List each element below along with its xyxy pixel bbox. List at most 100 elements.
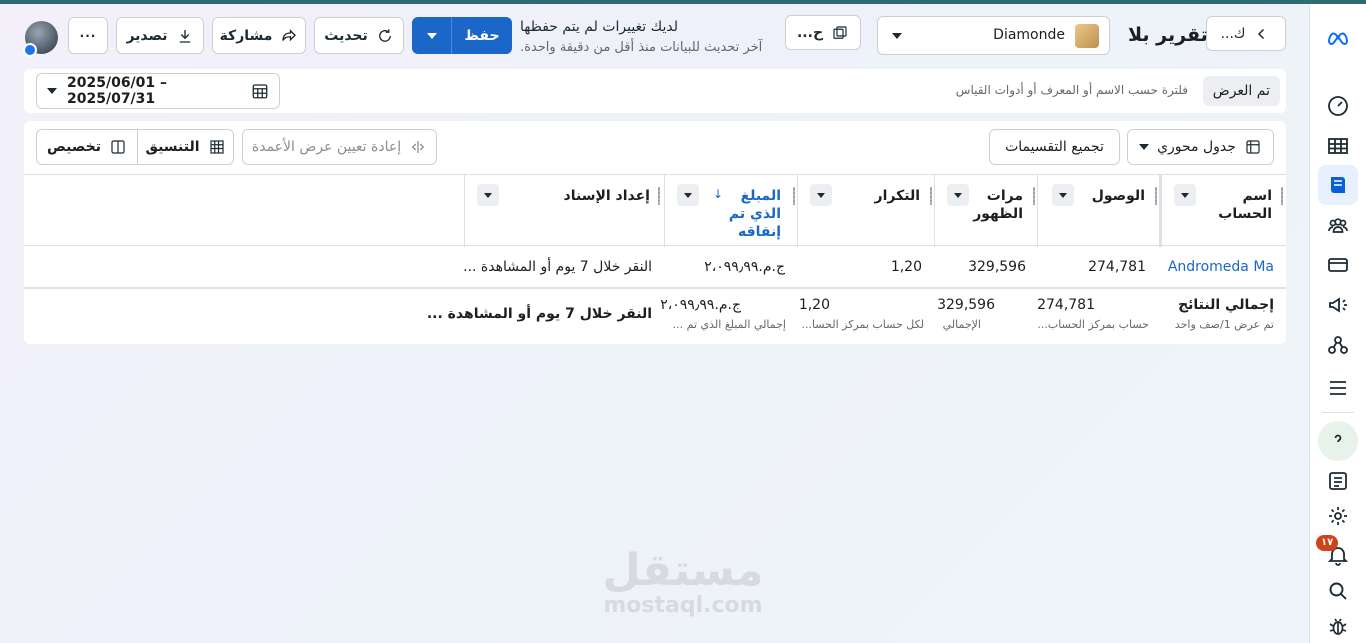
- pivot-icon: [1246, 140, 1260, 154]
- column-label: الوصول: [1091, 188, 1145, 204]
- totals-reach: 274,781: [1037, 297, 1095, 313]
- export-label: تصدير: [126, 27, 168, 44]
- totals-amount-spent-sub: إجمالي المبلغ الذي تم ...: [672, 318, 786, 331]
- column-menu-button[interactable]: [1174, 184, 1196, 206]
- reports-book-icon[interactable]: [1318, 165, 1358, 205]
- column-menu-button[interactable]: [810, 184, 832, 206]
- column-menu-button[interactable]: [1052, 184, 1074, 206]
- news-feed-icon[interactable]: [1318, 461, 1358, 501]
- column-drag-handle[interactable]: [658, 187, 660, 205]
- calendar-icon: [252, 84, 268, 99]
- report-bug-icon[interactable]: [1318, 606, 1358, 643]
- pivot-table-dropdown[interactable]: جدول محوري: [1127, 129, 1274, 165]
- chevron-down-icon: [426, 32, 437, 39]
- filter-search-input[interactable]: فلترة حسب الاسم أو المعرف أو أدوات القيا…: [956, 83, 1188, 97]
- totals-row: إجمالي النتائج تم عرض 1/صف واحد 274,781 …: [24, 291, 1286, 344]
- table-row[interactable]: Andromeda Ma 274,781 329,596 1,20 ج.م.‏٢…: [24, 246, 1286, 289]
- billing-card-icon[interactable]: [1318, 245, 1358, 285]
- more-icon: ···: [79, 28, 97, 43]
- totals-impressions-sub: الإجمالي: [942, 318, 981, 331]
- export-button[interactable]: تصدير: [116, 17, 204, 54]
- refresh-label: تحديث: [324, 27, 368, 44]
- date-range-picker[interactable]: 2025/06/01 – 2025/07/31: [36, 73, 280, 109]
- column-header-impressions[interactable]: مرات الظهور: [934, 175, 1037, 247]
- reach-cell: 274,781: [1088, 259, 1146, 275]
- chevron-left-icon: [1258, 28, 1265, 39]
- column-header-reach[interactable]: الوصول: [1037, 175, 1159, 247]
- group-label: تجميع التقسيمات: [1005, 139, 1104, 155]
- column-resize-icon: [411, 141, 425, 153]
- audience-people-icon[interactable]: [1318, 206, 1358, 246]
- totals-frequency-sub: لكل حساب بمركز الحسا...: [801, 318, 924, 331]
- totals-label: إجمالي النتائج: [1178, 297, 1274, 313]
- campaign-megaphone-icon[interactable]: [1318, 285, 1358, 325]
- account-overview-icon[interactable]: [1318, 325, 1358, 365]
- search-icon[interactable]: [1318, 571, 1358, 611]
- column-label: اسم الحساب: [1218, 188, 1272, 222]
- report-options-label: ح...: [796, 24, 824, 41]
- totals-attribution: النقر خلال 7 يوم أو المشاهدة ...: [426, 306, 652, 322]
- column-menu-button[interactable]: [677, 184, 699, 206]
- meta-logo-icon[interactable]: [1318, 18, 1358, 58]
- refresh-button[interactable]: تحديث: [314, 17, 404, 54]
- format-label: التنسيق: [145, 139, 200, 155]
- report-title[interactable]: تقرير بلا: [1128, 24, 1208, 46]
- share-arrow-icon: [282, 28, 297, 41]
- column-header-account-name[interactable]: اسم الحساب: [1159, 175, 1286, 247]
- columns-panel-icon: [111, 140, 125, 154]
- dashboard-gauge-icon[interactable]: [1318, 86, 1358, 126]
- account-name-link[interactable]: Andromeda Ma: [1168, 259, 1274, 275]
- pivot-label: جدول محوري: [1157, 139, 1236, 155]
- column-drag-handle[interactable]: [930, 187, 932, 205]
- chevron-down-icon: [684, 192, 692, 198]
- column-drag-handle[interactable]: [1033, 187, 1035, 205]
- report-table-panel: جدول محوري تجميع التقسيمات إعادة تعيين ع…: [24, 121, 1286, 344]
- chevron-down-icon: [817, 192, 825, 198]
- chevron-down-icon: [954, 192, 962, 198]
- settings-gear-icon[interactable]: [1318, 496, 1358, 536]
- column-menu-button[interactable]: [947, 184, 969, 206]
- chevron-down-icon: [1181, 192, 1189, 198]
- navigation-rail: ١٧: [1309, 4, 1366, 643]
- table-grid-icon[interactable]: [1318, 126, 1358, 166]
- column-header-attribution-setting[interactable]: إعداد الإسناد: [464, 175, 664, 247]
- ad-account-selector[interactable]: Diamonde: [877, 16, 1110, 55]
- reset-column-widths-button[interactable]: إعادة تعيين عرض الأعمدة: [242, 129, 437, 165]
- customize-button[interactable]: تخصيص: [36, 129, 138, 165]
- format-button[interactable]: التنسيق: [137, 129, 234, 165]
- column-drag-handle[interactable]: [1281, 187, 1283, 205]
- chevron-down-icon: [47, 88, 57, 94]
- column-header-amount-spent[interactable]: المبلغ الذي تم إنفاقه ↓: [664, 175, 797, 247]
- share-button[interactable]: مشاركة: [212, 17, 306, 54]
- last-updated-text: آخر تحديث للبيانات منذ أقل من دقيقة واحد…: [520, 40, 763, 55]
- more-options-button[interactable]: ···: [68, 17, 108, 54]
- totals-sublabel: تم عرض 1/صف واحد: [1174, 318, 1274, 331]
- view-filter-chip[interactable]: تم العرض: [1202, 76, 1280, 106]
- back-button[interactable]: ك...: [1206, 16, 1286, 51]
- column-drag-handle[interactable]: [793, 187, 795, 205]
- save-button[interactable]: حفظ: [452, 17, 512, 54]
- customize-label: تخصيص: [47, 139, 101, 155]
- all-tools-menu-icon[interactable]: [1318, 368, 1358, 408]
- reset-columns-label: إعادة تعيين عرض الأعمدة: [251, 139, 402, 155]
- amount-spent-cell: ج.م.‏٢،٠٩٩٫٩٩: [704, 259, 785, 275]
- report-options-button[interactable]: ح...: [785, 15, 861, 50]
- help-icon[interactable]: [1318, 421, 1358, 461]
- save-options-dropdown[interactable]: [412, 17, 452, 54]
- rail-divider: [1322, 412, 1354, 413]
- column-drag-handle[interactable]: [1155, 187, 1157, 205]
- column-label: إعداد الإسناد: [563, 188, 650, 204]
- totals-amount-spent: ج.م.‏٢،٠٩٩٫٩٩: [660, 297, 741, 313]
- sort-descending-icon[interactable]: ↓: [713, 187, 723, 201]
- ad-account-name: Diamonde: [993, 27, 1065, 43]
- save-button-group: حفظ: [412, 17, 512, 54]
- column-header-frequency[interactable]: التكرار: [797, 175, 934, 247]
- column-label: التكرار: [874, 188, 920, 204]
- watermark-latin: mostaql.com: [603, 593, 763, 618]
- group-breakdowns-button[interactable]: تجميع التقسيمات: [989, 129, 1120, 165]
- copy-icon: [833, 25, 847, 39]
- chevron-down-icon: [892, 33, 902, 39]
- column-menu-button[interactable]: [477, 184, 499, 206]
- watermark: مستقل mostaql.com: [600, 548, 766, 618]
- avatar[interactable]: [23, 21, 58, 57]
